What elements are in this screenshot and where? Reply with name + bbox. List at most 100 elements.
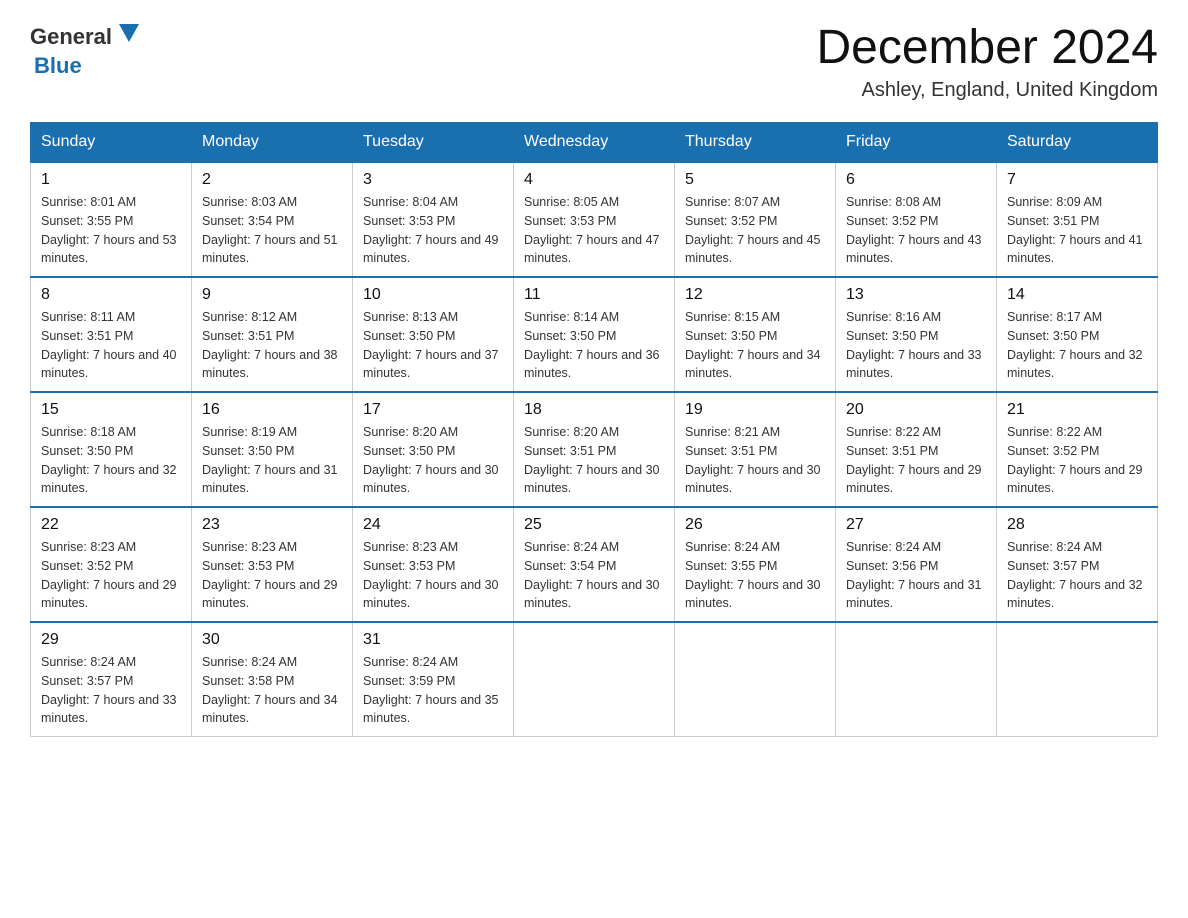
day-info: Sunrise: 8:14 AM Sunset: 3:50 PM Dayligh…: [524, 308, 664, 383]
calendar-cell: 1 Sunrise: 8:01 AM Sunset: 3:55 PM Dayli…: [31, 162, 192, 277]
day-info: Sunrise: 8:24 AM Sunset: 3:54 PM Dayligh…: [524, 538, 664, 613]
calendar-cell: 3 Sunrise: 8:04 AM Sunset: 3:53 PM Dayli…: [353, 162, 514, 277]
calendar-cell: 14 Sunrise: 8:17 AM Sunset: 3:50 PM Dayl…: [997, 277, 1158, 392]
day-info: Sunrise: 8:07 AM Sunset: 3:52 PM Dayligh…: [685, 193, 825, 268]
day-number: 5: [685, 171, 825, 189]
day-number: 19: [685, 401, 825, 419]
day-info: Sunrise: 8:20 AM Sunset: 3:50 PM Dayligh…: [363, 423, 503, 498]
day-number: 22: [41, 516, 181, 534]
day-number: 23: [202, 516, 342, 534]
day-number: 15: [41, 401, 181, 419]
calendar-table: SundayMondayTuesdayWednesdayThursdayFrid…: [30, 122, 1158, 737]
calendar-cell: 22 Sunrise: 8:23 AM Sunset: 3:52 PM Dayl…: [31, 507, 192, 622]
day-info: Sunrise: 8:23 AM Sunset: 3:53 PM Dayligh…: [202, 538, 342, 613]
page-header: General Blue December 2024 Ashley, Engla…: [30, 20, 1158, 102]
calendar-cell: 27 Sunrise: 8:24 AM Sunset: 3:56 PM Dayl…: [836, 507, 997, 622]
day-number: 28: [1007, 516, 1147, 534]
day-number: 12: [685, 286, 825, 304]
calendar-header-row: SundayMondayTuesdayWednesdayThursdayFrid…: [31, 123, 1158, 163]
calendar-cell: 5 Sunrise: 8:07 AM Sunset: 3:52 PM Dayli…: [675, 162, 836, 277]
calendar-cell: 28 Sunrise: 8:24 AM Sunset: 3:57 PM Dayl…: [997, 507, 1158, 622]
calendar-cell: [675, 622, 836, 737]
day-info: Sunrise: 8:24 AM Sunset: 3:57 PM Dayligh…: [41, 653, 181, 728]
day-number: 8: [41, 286, 181, 304]
day-number: 1: [41, 171, 181, 189]
day-info: Sunrise: 8:05 AM Sunset: 3:53 PM Dayligh…: [524, 193, 664, 268]
day-info: Sunrise: 8:24 AM Sunset: 3:57 PM Dayligh…: [1007, 538, 1147, 613]
calendar-cell: 2 Sunrise: 8:03 AM Sunset: 3:54 PM Dayli…: [192, 162, 353, 277]
calendar-week-row: 29 Sunrise: 8:24 AM Sunset: 3:57 PM Dayl…: [31, 622, 1158, 737]
month-title: December 2024: [816, 20, 1158, 75]
calendar-cell: 16 Sunrise: 8:19 AM Sunset: 3:50 PM Dayl…: [192, 392, 353, 507]
day-number: 2: [202, 171, 342, 189]
calendar-cell: 24 Sunrise: 8:23 AM Sunset: 3:53 PM Dayl…: [353, 507, 514, 622]
day-number: 20: [846, 401, 986, 419]
calendar-header-saturday: Saturday: [997, 123, 1158, 163]
day-number: 24: [363, 516, 503, 534]
calendar-header-sunday: Sunday: [31, 123, 192, 163]
calendar-week-row: 15 Sunrise: 8:18 AM Sunset: 3:50 PM Dayl…: [31, 392, 1158, 507]
day-number: 26: [685, 516, 825, 534]
calendar-cell: 30 Sunrise: 8:24 AM Sunset: 3:58 PM Dayl…: [192, 622, 353, 737]
day-info: Sunrise: 8:04 AM Sunset: 3:53 PM Dayligh…: [363, 193, 503, 268]
calendar-cell: 9 Sunrise: 8:12 AM Sunset: 3:51 PM Dayli…: [192, 277, 353, 392]
day-number: 4: [524, 171, 664, 189]
logo-arrow-icon: [115, 20, 143, 53]
day-number: 18: [524, 401, 664, 419]
calendar-cell: 4 Sunrise: 8:05 AM Sunset: 3:53 PM Dayli…: [514, 162, 675, 277]
calendar-cell: 21 Sunrise: 8:22 AM Sunset: 3:52 PM Dayl…: [997, 392, 1158, 507]
day-info: Sunrise: 8:09 AM Sunset: 3:51 PM Dayligh…: [1007, 193, 1147, 268]
day-info: Sunrise: 8:19 AM Sunset: 3:50 PM Dayligh…: [202, 423, 342, 498]
calendar-cell: 10 Sunrise: 8:13 AM Sunset: 3:50 PM Dayl…: [353, 277, 514, 392]
day-number: 7: [1007, 171, 1147, 189]
calendar-cell: 7 Sunrise: 8:09 AM Sunset: 3:51 PM Dayli…: [997, 162, 1158, 277]
calendar-cell: 23 Sunrise: 8:23 AM Sunset: 3:53 PM Dayl…: [192, 507, 353, 622]
day-info: Sunrise: 8:24 AM Sunset: 3:58 PM Dayligh…: [202, 653, 342, 728]
day-number: 21: [1007, 401, 1147, 419]
calendar-cell: 25 Sunrise: 8:24 AM Sunset: 3:54 PM Dayl…: [514, 507, 675, 622]
logo: General Blue: [30, 20, 143, 79]
calendar-cell: [836, 622, 997, 737]
calendar-cell: 26 Sunrise: 8:24 AM Sunset: 3:55 PM Dayl…: [675, 507, 836, 622]
day-number: 29: [41, 631, 181, 649]
day-number: 3: [363, 171, 503, 189]
calendar-cell: 13 Sunrise: 8:16 AM Sunset: 3:50 PM Dayl…: [836, 277, 997, 392]
day-info: Sunrise: 8:23 AM Sunset: 3:52 PM Dayligh…: [41, 538, 181, 613]
calendar-cell: 6 Sunrise: 8:08 AM Sunset: 3:52 PM Dayli…: [836, 162, 997, 277]
day-info: Sunrise: 8:22 AM Sunset: 3:52 PM Dayligh…: [1007, 423, 1147, 498]
day-info: Sunrise: 8:18 AM Sunset: 3:50 PM Dayligh…: [41, 423, 181, 498]
calendar-header-monday: Monday: [192, 123, 353, 163]
day-number: 6: [846, 171, 986, 189]
day-number: 25: [524, 516, 664, 534]
location-title: Ashley, England, United Kingdom: [816, 79, 1158, 102]
calendar-cell: 18 Sunrise: 8:20 AM Sunset: 3:51 PM Dayl…: [514, 392, 675, 507]
logo-general-text: General: [30, 24, 112, 50]
calendar-cell: 29 Sunrise: 8:24 AM Sunset: 3:57 PM Dayl…: [31, 622, 192, 737]
calendar-header-friday: Friday: [836, 123, 997, 163]
title-block: December 2024 Ashley, England, United Ki…: [816, 20, 1158, 102]
day-number: 13: [846, 286, 986, 304]
day-number: 9: [202, 286, 342, 304]
day-info: Sunrise: 8:11 AM Sunset: 3:51 PM Dayligh…: [41, 308, 181, 383]
day-number: 10: [363, 286, 503, 304]
day-info: Sunrise: 8:24 AM Sunset: 3:59 PM Dayligh…: [363, 653, 503, 728]
calendar-cell: 20 Sunrise: 8:22 AM Sunset: 3:51 PM Dayl…: [836, 392, 997, 507]
day-number: 11: [524, 286, 664, 304]
calendar-week-row: 8 Sunrise: 8:11 AM Sunset: 3:51 PM Dayli…: [31, 277, 1158, 392]
day-info: Sunrise: 8:22 AM Sunset: 3:51 PM Dayligh…: [846, 423, 986, 498]
day-info: Sunrise: 8:13 AM Sunset: 3:50 PM Dayligh…: [363, 308, 503, 383]
day-info: Sunrise: 8:01 AM Sunset: 3:55 PM Dayligh…: [41, 193, 181, 268]
day-info: Sunrise: 8:20 AM Sunset: 3:51 PM Dayligh…: [524, 423, 664, 498]
day-info: Sunrise: 8:24 AM Sunset: 3:55 PM Dayligh…: [685, 538, 825, 613]
calendar-week-row: 22 Sunrise: 8:23 AM Sunset: 3:52 PM Dayl…: [31, 507, 1158, 622]
day-info: Sunrise: 8:15 AM Sunset: 3:50 PM Dayligh…: [685, 308, 825, 383]
calendar-cell: [514, 622, 675, 737]
day-number: 30: [202, 631, 342, 649]
calendar-cell: 31 Sunrise: 8:24 AM Sunset: 3:59 PM Dayl…: [353, 622, 514, 737]
calendar-cell: 19 Sunrise: 8:21 AM Sunset: 3:51 PM Dayl…: [675, 392, 836, 507]
day-info: Sunrise: 8:24 AM Sunset: 3:56 PM Dayligh…: [846, 538, 986, 613]
calendar-week-row: 1 Sunrise: 8:01 AM Sunset: 3:55 PM Dayli…: [31, 162, 1158, 277]
calendar-cell: 15 Sunrise: 8:18 AM Sunset: 3:50 PM Dayl…: [31, 392, 192, 507]
calendar-header-wednesday: Wednesday: [514, 123, 675, 163]
day-number: 16: [202, 401, 342, 419]
